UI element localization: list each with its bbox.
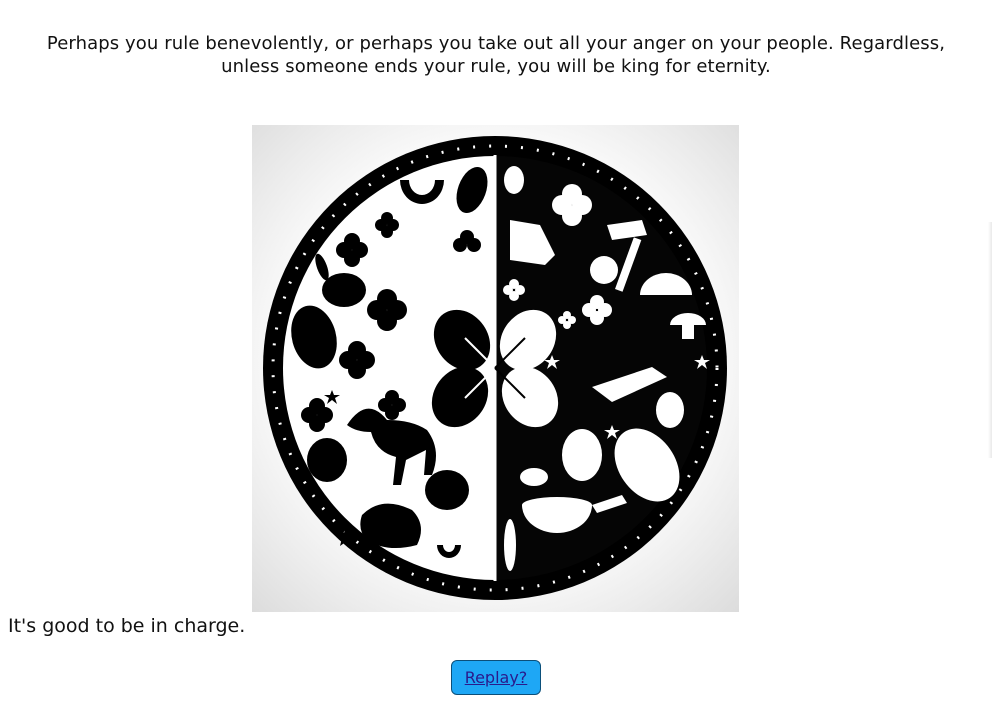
story-outro-text: It's good to be in charge. xyxy=(8,615,246,637)
scroll-edge-shadow xyxy=(988,222,992,458)
story-illustration xyxy=(252,125,739,612)
replay-container: Replay? xyxy=(0,660,992,695)
story-intro-text: Perhaps you rule benevolently, or perhap… xyxy=(46,33,946,77)
replay-button[interactable]: Replay? xyxy=(450,660,542,695)
